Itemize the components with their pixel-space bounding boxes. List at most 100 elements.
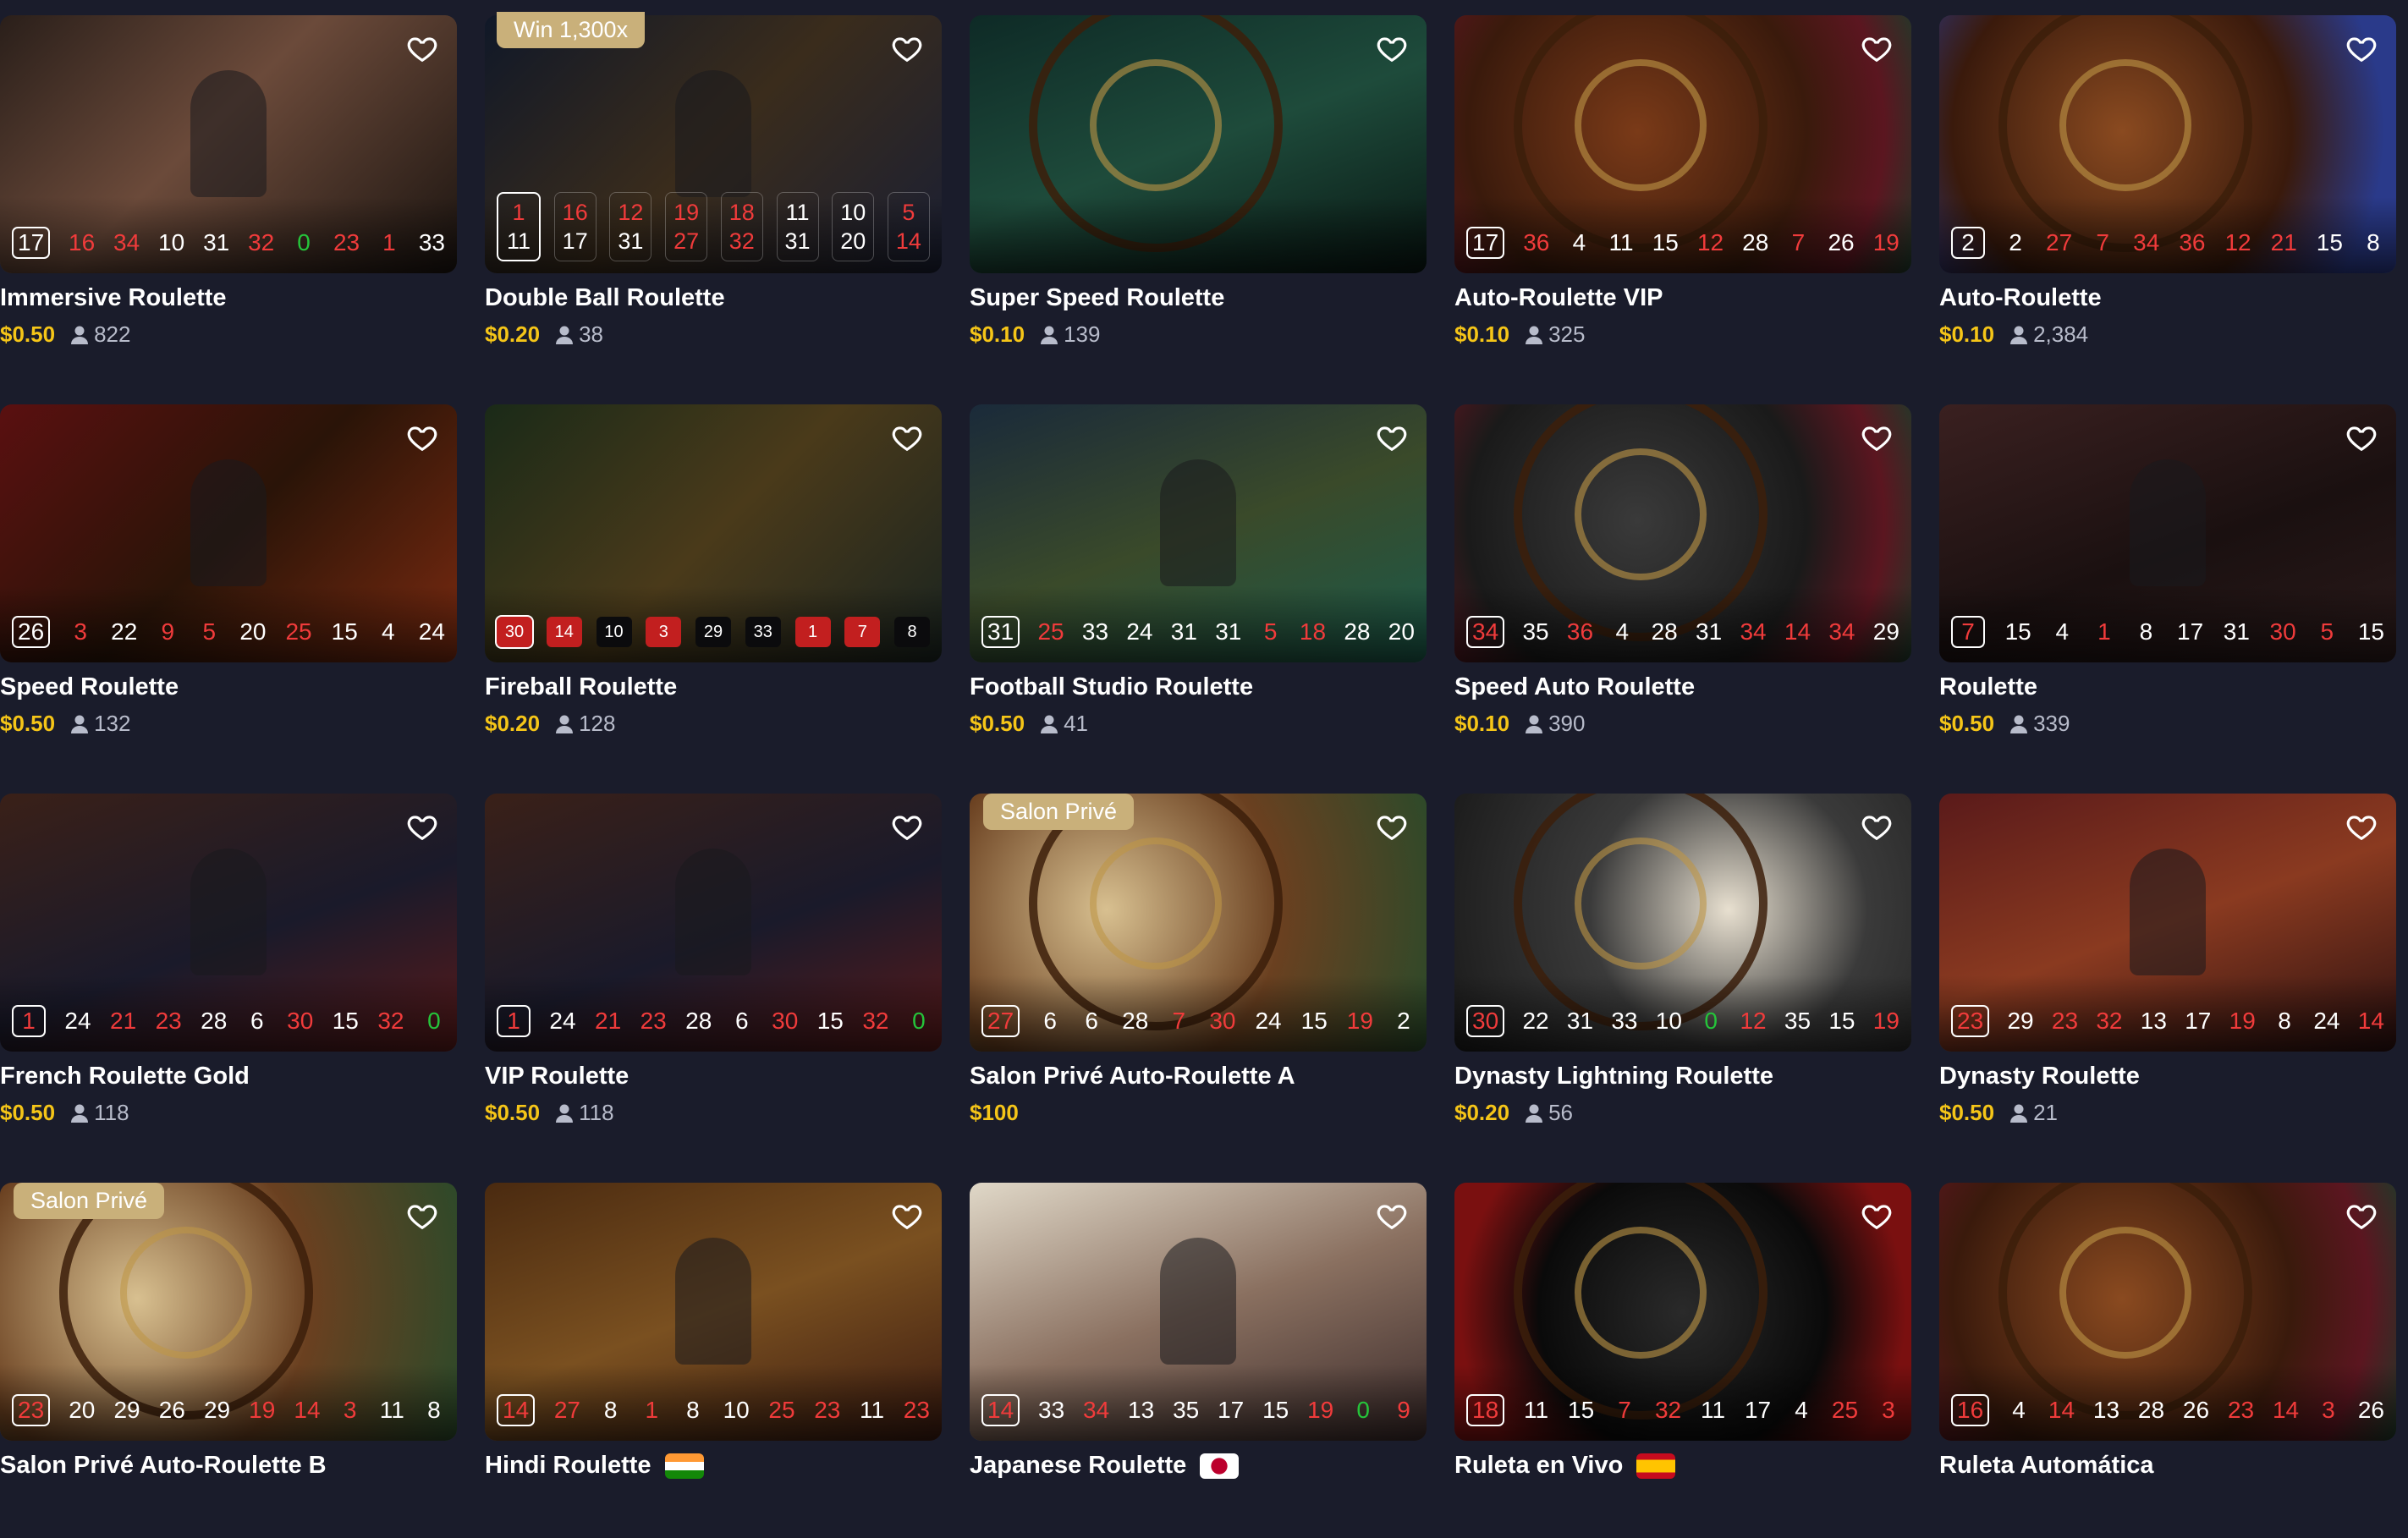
user-icon	[1525, 1103, 1548, 1123]
game-title[interactable]: Speed Roulette	[0, 673, 179, 701]
game-title[interactable]: Auto-Roulette	[1939, 284, 2102, 312]
favorite-heart-icon[interactable]	[1861, 421, 1893, 453]
game-title[interactable]: Double Ball Roulette	[485, 284, 725, 312]
game-thumbnail[interactable]: 26 3 22 9 5 20 25 15 4 24	[0, 404, 457, 662]
game-badge: Win 1,300x	[497, 12, 646, 48]
game-thumbnail[interactable]: 1 11 16 17 12 31 19 27 18 32 11 31 10 20 5 14	[485, 15, 942, 273]
favorite-heart-icon[interactable]	[1861, 810, 1893, 843]
game-thumbnail[interactable]: 18 11 15 7 32 11 17 4 25 3	[1454, 1183, 1911, 1441]
favorite-heart-icon[interactable]	[891, 32, 923, 64]
game-thumbnail[interactable]: 14 33 34 13 35 17 15 19 0 9	[970, 1183, 1427, 1441]
favorite-heart-icon[interactable]	[2345, 421, 2378, 453]
game-title[interactable]: VIP Roulette	[485, 1063, 629, 1090]
game-title[interactable]: Auto-Roulette VIP	[1454, 284, 1663, 312]
result-number: 16	[69, 229, 96, 255]
game-title[interactable]: Super Speed Roulette	[970, 284, 1224, 312]
favorite-heart-icon[interactable]	[1376, 810, 1408, 843]
min-bet-price: $0.50	[1939, 711, 1995, 736]
game-thumbnail[interactable]: 31 25 33 24 31 31 5 18 28 20	[970, 404, 1427, 662]
game-thumbnail[interactable]: 17 16 34 10 31 32 0 23 1 33	[0, 15, 457, 273]
result-number: 15	[1300, 1008, 1328, 1034]
favorite-heart-icon[interactable]	[1861, 32, 1893, 64]
favorite-heart-icon[interactable]	[2345, 810, 2378, 843]
game-card[interactable]: 1 24 21 23 28 6 30 15 32 0 French Roulette Gold $0.…	[0, 794, 457, 1149]
game-card[interactable]: 31 25 33 24 31 31 5 18 28 20 Football Studio Roule…	[970, 404, 1427, 760]
game-card[interactable]: 23 20 29 26 29 19 14 3 11 8 Salon Privé Salon Privé…	[0, 1183, 457, 1538]
recent-results: 34 35 36 4 28 31 34 14 34 29	[1466, 613, 1899, 651]
result-number: 32	[2096, 1008, 2123, 1034]
recent-results: 23 29 23 32 13 17 19 8 24 14	[1951, 1002, 2384, 1040]
game-card[interactable]: 14 27 8 1 8 10 25 23 11 23 Hindi Roulette	[485, 1183, 942, 1538]
game-card[interactable]: 17 16 34 10 31 32 0 23 1 33 Immersive Roulette $0.5…	[0, 15, 457, 371]
game-thumbnail[interactable]: 30 14 10 3 29 33 1 7 8	[485, 404, 942, 662]
game-thumbnail[interactable]: 2 2 27 7 34 36 12 21 15 8	[1939, 15, 2396, 273]
favorite-heart-icon[interactable]	[406, 1200, 438, 1232]
game-title[interactable]: Dynasty Roulette	[1939, 1063, 2140, 1090]
game-thumbnail[interactable]: 27 6 6 28 7 30 24 15 19 2	[970, 794, 1427, 1052]
favorite-heart-icon[interactable]	[406, 32, 438, 64]
favorite-heart-icon[interactable]	[1376, 1200, 1408, 1232]
favorite-heart-icon[interactable]	[1861, 1200, 1893, 1232]
result-number: 33	[1038, 1397, 1065, 1423]
game-thumbnail[interactable]: 17 36 4 11 15 12 28 7 26 19	[1454, 15, 1911, 273]
game-thumbnail[interactable]: 23 29 23 32 13 17 19 8 24 14	[1939, 794, 2396, 1052]
game-title[interactable]: Roulette	[1939, 673, 2037, 701]
game-thumbnail[interactable]: 16 4 14 13 28 26 23 14 3 26	[1939, 1183, 2396, 1441]
favorite-heart-icon[interactable]	[2345, 32, 2378, 64]
game-thumbnail[interactable]: 23 20 29 26 29 19 14 3 11 8	[0, 1183, 457, 1441]
favorite-heart-icon[interactable]	[891, 1200, 923, 1232]
game-card[interactable]: Super Speed Roulette $0.10 139	[970, 15, 1427, 371]
game-thumbnail[interactable]: 1 24 21 23 28 6 30 15 32 0	[0, 794, 457, 1052]
game-title[interactable]: Ruleta Automática	[1939, 1452, 2154, 1480]
game-title[interactable]: Speed Auto Roulette	[1454, 673, 1695, 701]
favorite-heart-icon[interactable]	[406, 421, 438, 453]
game-title[interactable]: Salon Privé Auto-Roulette B	[0, 1452, 327, 1480]
favorite-heart-icon[interactable]	[1376, 32, 1408, 64]
game-title[interactable]: Immersive Roulette	[0, 284, 227, 312]
result-number: 32	[1654, 1397, 1682, 1423]
game-card[interactable]: 30 22 31 33 10 0 12 35 15 19 Dynasty Lightning Rou…	[1454, 794, 1911, 1149]
game-card[interactable]: 1 11 16 17 12 31 19 27 18 32 11 31 10 20 5 14 Win 1,300x…	[485, 12, 942, 371]
game-card[interactable]: 23 29 23 32 13 17 19 8 24 14 Dynasty Roulette $0.50…	[1939, 794, 2396, 1149]
game-title[interactable]: Football Studio Roulette	[970, 673, 1253, 701]
game-card[interactable]: 17 36 4 11 15 12 28 7 26 19 Auto-Roulette VIP $0.10…	[1454, 15, 1911, 371]
game-card[interactable]: 18 11 15 7 32 11 17 4 25 3 Ruleta en Vivo	[1454, 1183, 1911, 1538]
game-title[interactable]: French Roulette Gold	[0, 1063, 250, 1090]
game-thumbnail[interactable]	[970, 15, 1427, 273]
favorite-heart-icon[interactable]	[1376, 421, 1408, 453]
result-number: 35	[1173, 1397, 1200, 1423]
game-card[interactable]: 16 4 14 13 28 26 23 14 3 26 Ruleta Automática	[1939, 1183, 2396, 1538]
game-title[interactable]: Ruleta en Vivo	[1454, 1452, 1676, 1480]
game-thumbnail[interactable]: 1 24 21 23 28 6 30 15 32 0	[485, 794, 942, 1052]
game-thumbnail[interactable]: 34 35 36 4 28 31 34 14 34 29	[1454, 404, 1911, 662]
player-count-value: 325	[1548, 321, 1586, 347]
game-thumbnail[interactable]: 7 15 4 1 8 17 31 30 5 15	[1939, 404, 2396, 662]
game-title[interactable]: Hindi Roulette	[485, 1452, 704, 1480]
result-number: 31	[981, 616, 1020, 648]
game-title[interactable]: Japanese Roulette	[970, 1452, 1240, 1480]
game-card[interactable]: 14 33 34 13 35 17 15 19 0 9 Japanese Roulette	[970, 1183, 1427, 1538]
game-title[interactable]: Dynasty Lightning Roulette	[1454, 1063, 1773, 1090]
favorite-heart-icon[interactable]	[891, 421, 923, 453]
game-card[interactable]: 2 2 27 7 34 36 12 21 15 8 Auto-Roulette $0.10 2,384	[1939, 15, 2396, 371]
game-card[interactable]: 27 6 6 28 7 30 24 15 19 2 Salon Privé Salon Privé A…	[970, 794, 1427, 1149]
favorite-heart-icon[interactable]	[891, 810, 923, 843]
result-pair: 16 17	[553, 192, 597, 261]
favorite-heart-icon[interactable]	[406, 810, 438, 843]
game-thumbnail[interactable]: 14 27 8 1 8 10 25 23 11 23	[485, 1183, 942, 1441]
favorite-heart-icon[interactable]	[2345, 1200, 2378, 1232]
game-card[interactable]: 34 35 36 4 28 31 34 14 34 29 Speed Auto Roulette $0…	[1454, 404, 1911, 760]
game-title-text: Dynasty Roulette	[1939, 1063, 2140, 1090]
min-bet-price: $0.10	[1939, 321, 1995, 347]
player-count-value: 339	[2033, 711, 2070, 736]
game-thumbnail[interactable]: 30 22 31 33 10 0 12 35 15 19	[1454, 794, 1911, 1052]
game-card[interactable]: 7 15 4 1 8 17 31 30 5 15 Roulette $0.50 339	[1939, 404, 2396, 760]
game-title[interactable]: Salon Privé Auto-Roulette A	[970, 1063, 1295, 1090]
user-icon	[2009, 325, 2033, 345]
game-card[interactable]: 26 3 22 9 5 20 25 15 4 24 Speed Roulette $0.50 132	[0, 404, 457, 760]
result-number: 26	[12, 616, 51, 648]
game-title[interactable]: Fireball Roulette	[485, 673, 677, 701]
game-card[interactable]: 30 14 10 3 29 33 1 7 8 Fireball Roulette $0.20 128	[485, 404, 942, 760]
result-number: 0	[427, 1008, 441, 1034]
game-card[interactable]: 1 24 21 23 28 6 30 15 32 0 VIP Roulette $0.50 118	[485, 794, 942, 1149]
